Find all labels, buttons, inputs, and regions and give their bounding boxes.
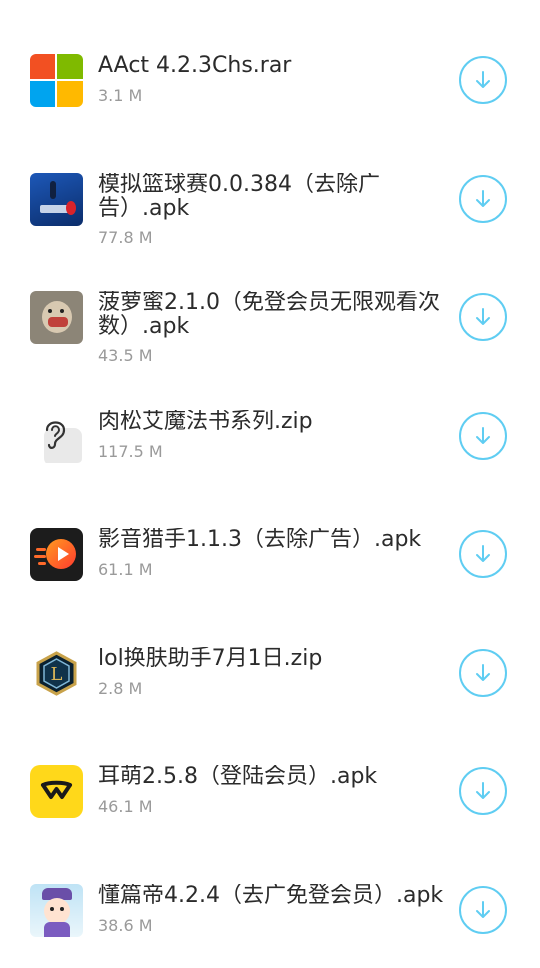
list-item[interactable]: 肉松艾魔法书系列.zip 117.5 M (0, 376, 540, 494)
svg-text:L: L (51, 664, 63, 685)
ermeng-logo-icon (30, 765, 83, 818)
download-button[interactable] (459, 56, 507, 104)
download-button[interactable] (459, 767, 507, 815)
file-name: 菠萝蜜2.1.0（免登会员无限观看次数）.apk (98, 291, 440, 339)
file-name: 模拟篮球赛0.0.384（去除广告）.apk (98, 173, 380, 221)
play-icon (30, 528, 83, 581)
file-name: lol换肤助手7月1日.zip (98, 647, 323, 671)
file-size: 46.1 M (98, 797, 153, 816)
download-arrow-icon (476, 664, 490, 681)
download-button[interactable] (459, 530, 507, 578)
download-button[interactable] (459, 412, 507, 460)
download-arrow-icon (476, 782, 490, 799)
ear-icon (30, 410, 83, 463)
download-button[interactable] (459, 175, 507, 223)
file-size: 77.8 M (98, 228, 153, 247)
download-arrow-icon (476, 71, 490, 88)
list-item[interactable]: 影音猎手1.1.3（去除广告）.apk 61.1 M (0, 494, 540, 612)
file-size: 61.1 M (98, 560, 153, 579)
file-name: 影音猎手1.1.3（去除广告）.apk (98, 528, 422, 552)
cartoon-avatar-icon (30, 884, 83, 937)
download-button[interactable] (459, 293, 507, 341)
list-item[interactable]: 耳萌2.5.8（登陆会员）.apk 46.1 M (0, 731, 540, 849)
list-item[interactable]: L lol换肤助手7月1日.zip 2.8 M (0, 613, 540, 731)
download-arrow-icon (476, 427, 490, 444)
basketball-game-icon (30, 173, 83, 226)
file-size: 117.5 M (98, 442, 163, 461)
hedgehog-icon (30, 291, 83, 344)
download-arrow-icon (476, 545, 490, 562)
file-name: 耳萌2.5.8（登陆会员）.apk (98, 765, 378, 789)
list-item[interactable]: 菠萝蜜2.1.0（免登会员无限观看次数）.apk 43.5 M (0, 257, 540, 375)
download-arrow-icon (476, 190, 490, 207)
list-item[interactable]: 懂篇帝4.2.4（去广免登会员）.apk 38.6 M (0, 850, 540, 968)
file-name: 懂篇帝4.2.4（去广免登会员）.apk (98, 884, 444, 908)
windows-logo-icon (30, 54, 83, 107)
download-button[interactable] (459, 886, 507, 934)
file-name: AAct 4.2.3Chs.rar (98, 54, 292, 78)
list-item[interactable]: AAct 4.2.3Chs.rar 3.1 M (0, 20, 540, 138)
download-arrow-icon (476, 308, 490, 325)
download-button[interactable] (459, 649, 507, 697)
file-size: 2.8 M (98, 679, 143, 698)
file-size: 3.1 M (98, 86, 143, 105)
file-size: 43.5 M (98, 346, 153, 365)
file-name: 肉松艾魔法书系列.zip (98, 410, 313, 434)
league-logo-icon: L (30, 647, 83, 700)
file-size: 38.6 M (98, 916, 153, 935)
list-item[interactable]: 模拟篮球赛0.0.384（去除广告）.apk 77.8 M (0, 139, 540, 257)
download-arrow-icon (476, 901, 490, 918)
